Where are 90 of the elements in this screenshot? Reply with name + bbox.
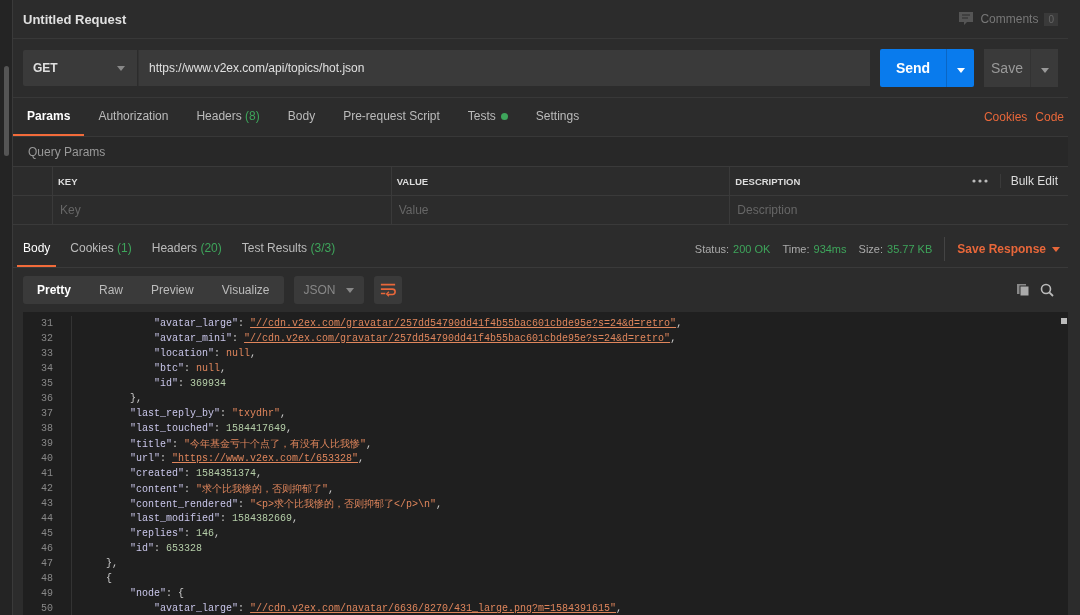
link[interactable]: Cookies [983,110,1028,124]
line-number: 43 [23,496,72,511]
code-line: "content": "求个比我惨的，否则抑郁了", [129,482,335,496]
line-number: 50 [23,601,72,615]
code-line: "last_modified": 1584382669, [129,513,299,524]
send-button[interactable]: Send [880,49,946,87]
meta-label: Size: [858,243,883,255]
response-tab[interactable]: Cookies (1) [64,231,138,267]
caret-icon [117,65,125,71]
column-header: VALUE [396,175,429,187]
code-line: "location": null, [153,348,257,359]
code-line: "created": 1584351374, [129,468,263,479]
caret-icon [1052,246,1060,252]
line-number: 34 [23,361,72,376]
send-options-button[interactable] [946,49,974,87]
code-line: }, [105,558,118,569]
line-number: 45 [23,526,72,541]
link[interactable]: Code [1035,110,1064,124]
line-number: 46 [23,541,72,556]
code-line: "avatar_large": "//cdn.v2ex.com/gravatar/257dd54790dd41f4b55bac601cbde95e?s=24&d=retro", [153,318,683,329]
column-header: DESCRIPTION [735,175,801,187]
line-number: 38 [23,421,72,436]
param-input[interactable]: Key [58,202,362,218]
line-number: 47 [23,556,72,571]
code-line: "title": "今年基金亏十个点了，有没有人比我惨", [129,437,373,451]
code-line: }, [129,393,142,404]
request-tab[interactable]: Body [273,98,330,136]
code-line: "content_rendered": "<p>求个比我惨的，否则抑郁了</p>\n", [129,497,443,511]
line-number: 33 [23,346,72,361]
request-tab[interactable]: Headers (8) [182,98,274,136]
search-icon[interactable] [1040,283,1054,297]
line-number: 31 [23,316,72,331]
scrollbar[interactable] [4,66,9,156]
code-line: "last_reply_by": "txydhr", [129,408,287,419]
method-dropdown[interactable]: GET [23,50,137,86]
param-input[interactable]: Value [396,202,701,218]
line-number: 35 [23,376,72,391]
code-line: "last_touched": 1584417649, [129,423,293,434]
line-number: 39 [23,436,72,451]
wrap-icon [379,282,396,298]
line-number: 44 [23,511,72,526]
request-tab[interactable]: Pre-request Script [329,98,454,136]
view-mode-tab[interactable]: Pretty [23,276,85,304]
code-line: "btc": null, [153,363,227,374]
response-tab[interactable]: Test Results (3/3) [235,231,342,267]
request-title: Untitled Request [23,11,127,27]
meta-value: 35.77 KB [887,243,933,255]
view-mode-tab[interactable]: Preview [137,276,208,304]
line-number: 36 [23,391,72,406]
meta-label: Status: [694,243,730,255]
code-line: "avatar_mini": "//cdn.v2ex.com/gravatar/257dd54790dd41f4b55bac601cbde95e?s=24&d=retro", [153,333,677,344]
line-number: 48 [23,571,72,586]
line-number: 32 [23,331,72,346]
line-number: 49 [23,586,72,601]
code-line: "id": 653328 [129,543,203,554]
meta-value: 200 OK [733,243,771,255]
save-button[interactable]: Save [984,49,1030,87]
request-tab[interactable]: Settings [521,98,594,136]
line-number: 40 [23,451,72,466]
caret-icon [1040,67,1049,73]
request-tab[interactable]: Tests [453,98,522,136]
more-icon[interactable] [971,179,988,183]
code-line: "avatar_large": "//cdn.v2ex.com/navatar/6636/8270/431_large.png?m=1584391615", [153,603,623,614]
meta-label: Time: [782,243,810,255]
code-line: "replies": 146, [129,528,221,539]
view-mode-tab[interactable]: Raw [85,276,138,304]
request-tab[interactable]: Authorization [84,98,183,136]
comment-icon[interactable] [958,11,975,27]
meta-value: 934ms [813,243,847,255]
line-number: 42 [23,481,72,496]
line-number: 37 [23,406,72,421]
bulk-edit-link[interactable]: Bulk Edit [999,174,1058,188]
copy-icon[interactable] [1016,283,1030,297]
caret-icon [345,287,354,293]
save-response-button[interactable]: Save Response [949,231,1068,267]
response-tab[interactable]: Headers (20) [145,231,228,267]
url-field[interactable]: https://www.v2ex.com/api/topics/hot.json [138,50,870,86]
code-line: "id": 369934 [153,378,227,389]
code-line: "url": "https://www.v2ex.com/t/653328", [129,453,365,464]
caret-icon [956,67,965,73]
save-options-button[interactable] [1030,49,1058,87]
view-mode-tab[interactable]: Visualize [207,276,284,304]
wrap-lines-button[interactable] [373,276,402,304]
param-input[interactable]: Description [735,202,1039,218]
line-number: 41 [23,466,72,481]
code-line: "node": { [129,588,185,599]
response-tab[interactable]: Body [17,231,57,267]
code-line: { [105,573,112,584]
column-header: KEY [58,175,78,187]
section-title: Query Params [28,144,106,159]
